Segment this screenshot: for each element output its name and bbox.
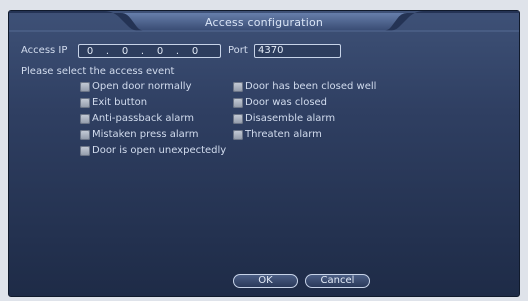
port-input[interactable]: 4370 (254, 44, 341, 58)
port-label: Port (228, 45, 248, 56)
ip-octet-4[interactable]: 0 (184, 46, 206, 57)
checkbox-disassemble-alarm[interactable]: Disasemble alarm (233, 113, 335, 124)
checkbox-door-was-closed[interactable]: Door was closed (233, 97, 327, 108)
checkbox-label: Door was closed (245, 97, 328, 108)
event-select-prompt: Please select the access event (21, 66, 175, 77)
checkbox-icon[interactable] (80, 97, 90, 108)
checkbox-label: Exit button (92, 97, 148, 108)
checkbox-exit-button[interactable]: Exit button (80, 97, 147, 108)
ip-separator: . (175, 45, 180, 57)
dialog-title: Access configuration (204, 16, 324, 29)
checkbox-open-door-normally[interactable]: Open door normally (80, 81, 192, 92)
checkbox-label: Door is open unexpectedly (92, 145, 227, 156)
access-ip-label: Access IP (21, 45, 68, 56)
checkbox-icon[interactable] (233, 129, 243, 140)
checkbox-icon[interactable] (80, 145, 90, 156)
access-config-dialog: Access configuration Access IP 0 . 0 . 0… (8, 10, 520, 297)
checkbox-anti-passback-alarm[interactable]: Anti-passback alarm (80, 113, 194, 124)
checkbox-label: Door has been closed well (245, 81, 377, 92)
checkbox-label: Open door normally (92, 81, 192, 92)
checkbox-icon[interactable] (233, 113, 243, 124)
checkbox-door-open-unexpectedly[interactable]: Door is open unexpectedly (80, 145, 226, 156)
ip-octet-2[interactable]: 0 (114, 46, 136, 57)
access-ip-field[interactable]: 0 . 0 . 0 . 0 (78, 44, 221, 58)
ip-separator: . (105, 45, 110, 57)
checkbox-icon[interactable] (80, 81, 90, 92)
checkbox-label: Anti-passback alarm (92, 113, 195, 124)
ip-octet-3[interactable]: 0 (149, 46, 171, 57)
checkbox-label: Disasemble alarm (245, 113, 336, 124)
checkbox-icon[interactable] (80, 113, 90, 124)
checkbox-icon[interactable] (233, 97, 243, 108)
checkbox-icon[interactable] (233, 81, 243, 92)
cancel-button[interactable]: Cancel (305, 274, 370, 288)
checkbox-label: Threaten alarm (245, 129, 322, 140)
ok-button[interactable]: OK (233, 274, 298, 288)
ip-separator: . (140, 45, 145, 57)
checkbox-icon[interactable] (80, 129, 90, 140)
checkbox-mistaken-press-alarm[interactable]: Mistaken press alarm (80, 129, 198, 140)
checkbox-door-closed-well[interactable]: Door has been closed well (233, 81, 376, 92)
ip-octet-1[interactable]: 0 (79, 46, 101, 57)
checkbox-label: Mistaken press alarm (92, 129, 199, 140)
checkbox-threaten-alarm[interactable]: Threaten alarm (233, 129, 322, 140)
